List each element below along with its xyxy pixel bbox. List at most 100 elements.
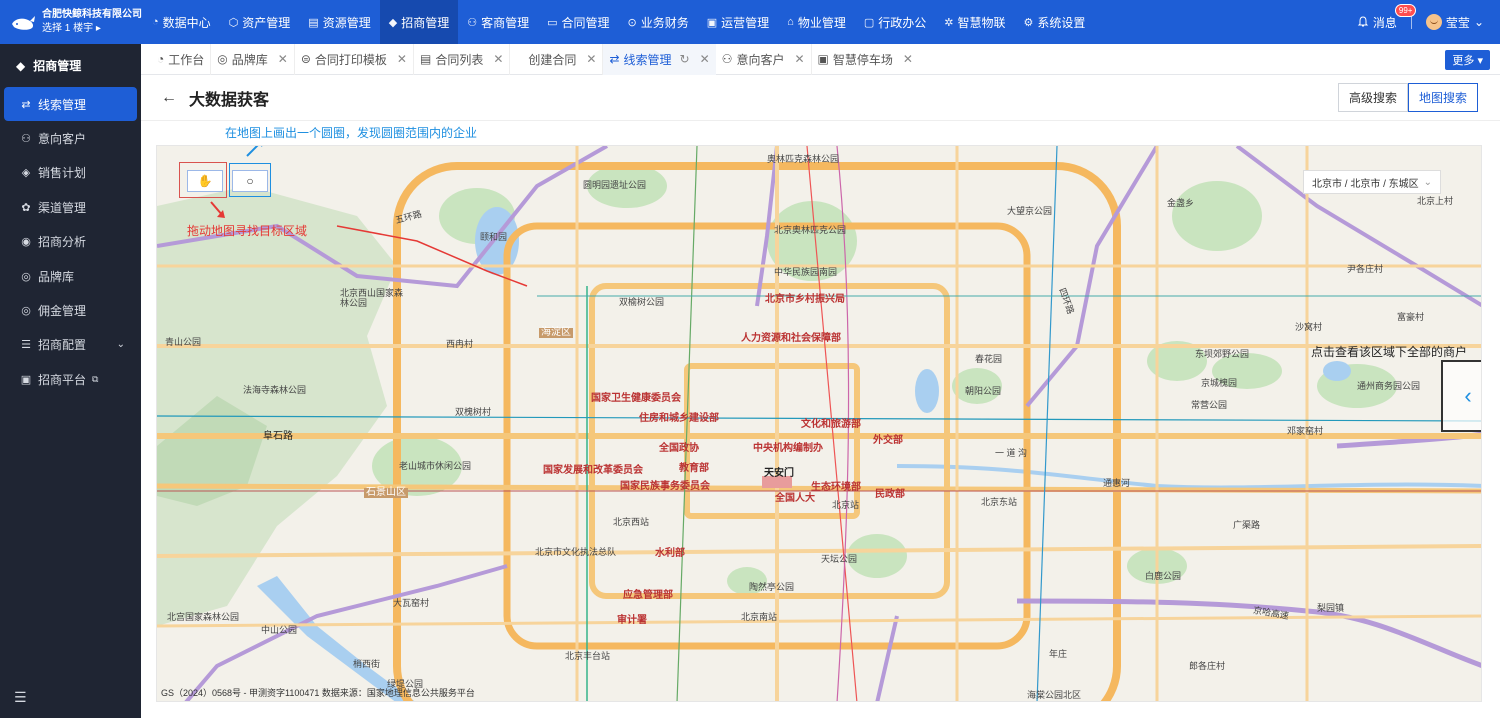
tag-icon: ◆ bbox=[388, 16, 398, 29]
tag-icon: ◈ bbox=[21, 167, 31, 180]
nav-item-operations[interactable]: ▣ 运营管理 bbox=[698, 0, 778, 44]
nav-item-data-center[interactable]: ◔ 数据中心 bbox=[143, 0, 220, 44]
messages-badge: 99+ bbox=[1394, 3, 1417, 17]
sidebar-item-label: 销售计划 bbox=[38, 166, 87, 181]
map-label: 白鹿公园 bbox=[1145, 571, 1182, 581]
brand-icon: ◎ bbox=[217, 52, 228, 66]
nav-item-property[interactable]: ⌂ 物业管理 bbox=[778, 0, 855, 44]
building-selector[interactable]: 选择 1 楼宇 ▸ bbox=[42, 22, 142, 36]
tab-intent-clients[interactable]: ⚇ 意向客户 ✕ bbox=[716, 43, 812, 75]
nav-item-clients[interactable]: ⚇ 客商管理 bbox=[458, 0, 538, 44]
nav-item-iot[interactable]: ✲ 智慧物联 bbox=[935, 0, 1014, 44]
tab-lead-management[interactable]: ⇄ 线索管理 ↻ ✕ bbox=[603, 43, 716, 75]
nav-item-assets[interactable]: ⬡ 资产管理 bbox=[220, 0, 300, 44]
tab-contract-list[interactable]: ▤ 合同列表 ✕ bbox=[414, 43, 511, 75]
external-link-icon: ⧉ bbox=[92, 373, 99, 384]
map-label: 颐和园 bbox=[480, 232, 508, 242]
page-header: ← 大数据获客 bbox=[141, 75, 1500, 121]
sidebar-item-platform[interactable]: ▣ 招商平台 ⧉ bbox=[4, 362, 137, 396]
map-label: 北京东站 bbox=[981, 497, 1018, 507]
sidebar-item-config[interactable]: ☰ 招商配置 ⌄ bbox=[4, 328, 137, 362]
sidebar-item-intent-clients[interactable]: ⚇ 意向客户 bbox=[4, 121, 137, 155]
map-label: 梢西街 bbox=[353, 659, 381, 669]
close-icon[interactable]: ✕ bbox=[278, 52, 288, 66]
hand-drag-tool-icon[interactable]: ✋ bbox=[187, 170, 223, 192]
map-label: 中华民族园南园 bbox=[774, 267, 838, 277]
tab-workbench[interactable]: ◔ 工作台 bbox=[151, 43, 212, 75]
map-label: 圆明园遗址公园 bbox=[583, 180, 647, 190]
map-label: 北宫国家森林公园 bbox=[167, 612, 240, 622]
map-label: 陶然亭公园 bbox=[749, 582, 795, 592]
building-icon: ▤ bbox=[308, 16, 319, 29]
chart-icon: ▣ bbox=[706, 16, 718, 29]
close-icon[interactable]: ✕ bbox=[493, 52, 503, 66]
home-icon: ⌂ bbox=[787, 16, 794, 28]
sidebar-item-channels[interactable]: ✿ 渠道管理 bbox=[4, 190, 137, 224]
refresh-icon[interactable]: ↻ bbox=[680, 52, 690, 66]
tab-create-contract[interactable]: 创建合同 ✕ bbox=[510, 43, 604, 75]
dashboard-icon: ◔ bbox=[152, 16, 159, 28]
sidebar-title-label: 招商管理 bbox=[33, 59, 82, 73]
map-label: 北京西站 bbox=[613, 517, 650, 527]
map-label: 大瓦窑村 bbox=[393, 598, 430, 608]
close-icon[interactable]: ✕ bbox=[700, 52, 710, 66]
close-icon[interactable]: ✕ bbox=[903, 52, 913, 66]
sidebar-item-leads[interactable]: ⇄ 线索管理 bbox=[4, 87, 137, 122]
map-label: 年庄 bbox=[1049, 649, 1068, 659]
nav-item-contracts[interactable]: ▭ 合同管理 bbox=[538, 0, 618, 44]
circle-draw-tool-icon[interactable]: ○ bbox=[232, 170, 268, 192]
map-label: 石景山区 bbox=[364, 487, 408, 498]
user-name: 莹莹 bbox=[1445, 15, 1470, 30]
brand[interactable]: 合肥快鲸科技有限公司 选择 1 楼宇 ▸ bbox=[0, 0, 143, 44]
tab-smart-parking[interactable]: ▣ 智慧停车场 ✕ bbox=[812, 44, 919, 75]
map-label: 双槐树村 bbox=[455, 407, 492, 417]
messages-button[interactable]: 消息 99+ bbox=[1357, 3, 1417, 31]
nav-item-investment[interactable]: ◆ 招商管理 bbox=[379, 0, 459, 44]
drag-map-hint: 拖动地图寻找目标区域 bbox=[187, 224, 308, 238]
sidebar-item-sales-plan[interactable]: ◈ 销售计划 bbox=[4, 156, 137, 190]
collapse-sidebar-icon[interactable]: ☰ bbox=[14, 689, 27, 706]
nav-label: 客商管理 bbox=[481, 15, 530, 30]
sidebar-item-analysis[interactable]: ◉ 招商分析 bbox=[4, 225, 137, 259]
sidebar-item-label: 佣金管理 bbox=[38, 304, 87, 319]
map-label: 通惠河 bbox=[1103, 478, 1131, 488]
map-label: 北京市文化执法总队 bbox=[535, 547, 617, 557]
user-menu[interactable]: 莹莹 ⌄ bbox=[1425, 14, 1484, 31]
map-label: 富豪村 bbox=[1397, 312, 1425, 322]
map-search-button[interactable]: 地图搜索 bbox=[1407, 83, 1478, 112]
tab-label: 线索管理 bbox=[623, 52, 672, 67]
map-label: 北京市乡村振兴局 bbox=[765, 294, 845, 305]
map-label: 郎各庄村 bbox=[1189, 661, 1226, 671]
nav-item-finance[interactable]: ⊙ 业务财务 bbox=[619, 0, 698, 44]
back-arrow-icon[interactable]: ← bbox=[161, 89, 177, 107]
region-select[interactable]: 北京市 / 北京市 / 东城区 ⌄ bbox=[1303, 170, 1441, 194]
cube-icon: ⬡ bbox=[228, 16, 239, 29]
nav-item-resources[interactable]: ▤ 资源管理 bbox=[299, 0, 379, 44]
map[interactable]: 圆明园遗址公园 奥林匹克森林公园 北京奥林匹克公园 中华民族园南园 颐和园 北京… bbox=[156, 145, 1482, 702]
sidebar-item-label: 招商分析 bbox=[38, 235, 87, 250]
sidebar-item-commission[interactable]: ◎ 佣金管理 bbox=[4, 293, 137, 327]
close-icon[interactable]: ✕ bbox=[397, 52, 407, 66]
gear-icon: ⚙ bbox=[1023, 16, 1034, 29]
tab-brand-library[interactable]: ◎ 品牌库 ✕ bbox=[211, 43, 295, 75]
nav-item-office[interactable]: ▢ 行政办公 bbox=[855, 0, 935, 44]
close-icon[interactable]: ✕ bbox=[586, 52, 596, 66]
close-icon[interactable]: ✕ bbox=[794, 52, 804, 66]
nav-label: 业务财务 bbox=[640, 15, 689, 30]
map-label: 西冉村 bbox=[446, 339, 474, 349]
tab-contract-template[interactable]: ⊜ 合同打印模板 ✕ bbox=[295, 43, 414, 75]
tab-label: 合同打印模板 bbox=[314, 52, 387, 67]
users-icon: ⚇ bbox=[467, 16, 478, 29]
map-label: 北京奥林匹克公园 bbox=[774, 225, 847, 235]
nav-item-settings[interactable]: ⚙ 系统设置 bbox=[1015, 0, 1095, 44]
advanced-search-button[interactable]: 高级搜索 bbox=[1337, 83, 1408, 112]
map-label: 天坛公园 bbox=[821, 554, 858, 564]
sidebar-item-brand-library[interactable]: ◎ 品牌库 bbox=[4, 259, 137, 293]
messages-label: 消息 bbox=[1372, 15, 1397, 30]
tab-label: 合同列表 bbox=[435, 52, 484, 67]
expand-panel-button[interactable]: ‹ bbox=[1441, 360, 1481, 432]
nav-label: 行政办公 bbox=[878, 15, 927, 30]
map-label: 文化和旅游部 bbox=[801, 419, 861, 430]
sidebar-title: ◆ 招商管理 bbox=[0, 44, 141, 87]
more-tabs-button[interactable]: 更多 ▾ bbox=[1445, 50, 1490, 70]
